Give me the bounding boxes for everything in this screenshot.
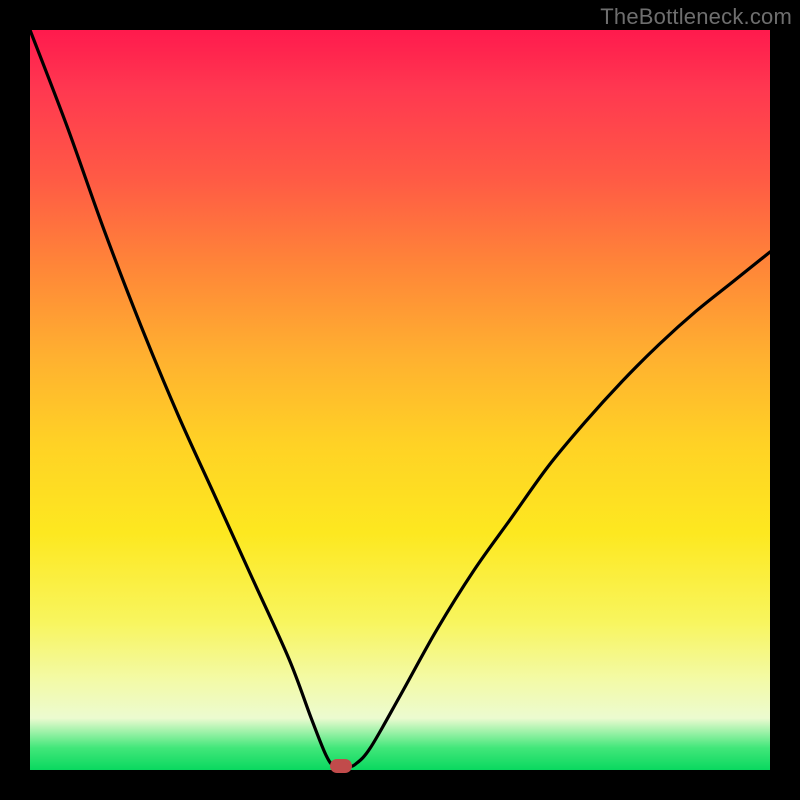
- bottleneck-curve: [30, 30, 770, 767]
- optimal-point-marker: [330, 759, 352, 773]
- chart-svg: [30, 30, 770, 770]
- chart-plot-area: [30, 30, 770, 770]
- watermark-text: TheBottleneck.com: [600, 4, 792, 30]
- chart-frame: TheBottleneck.com: [0, 0, 800, 800]
